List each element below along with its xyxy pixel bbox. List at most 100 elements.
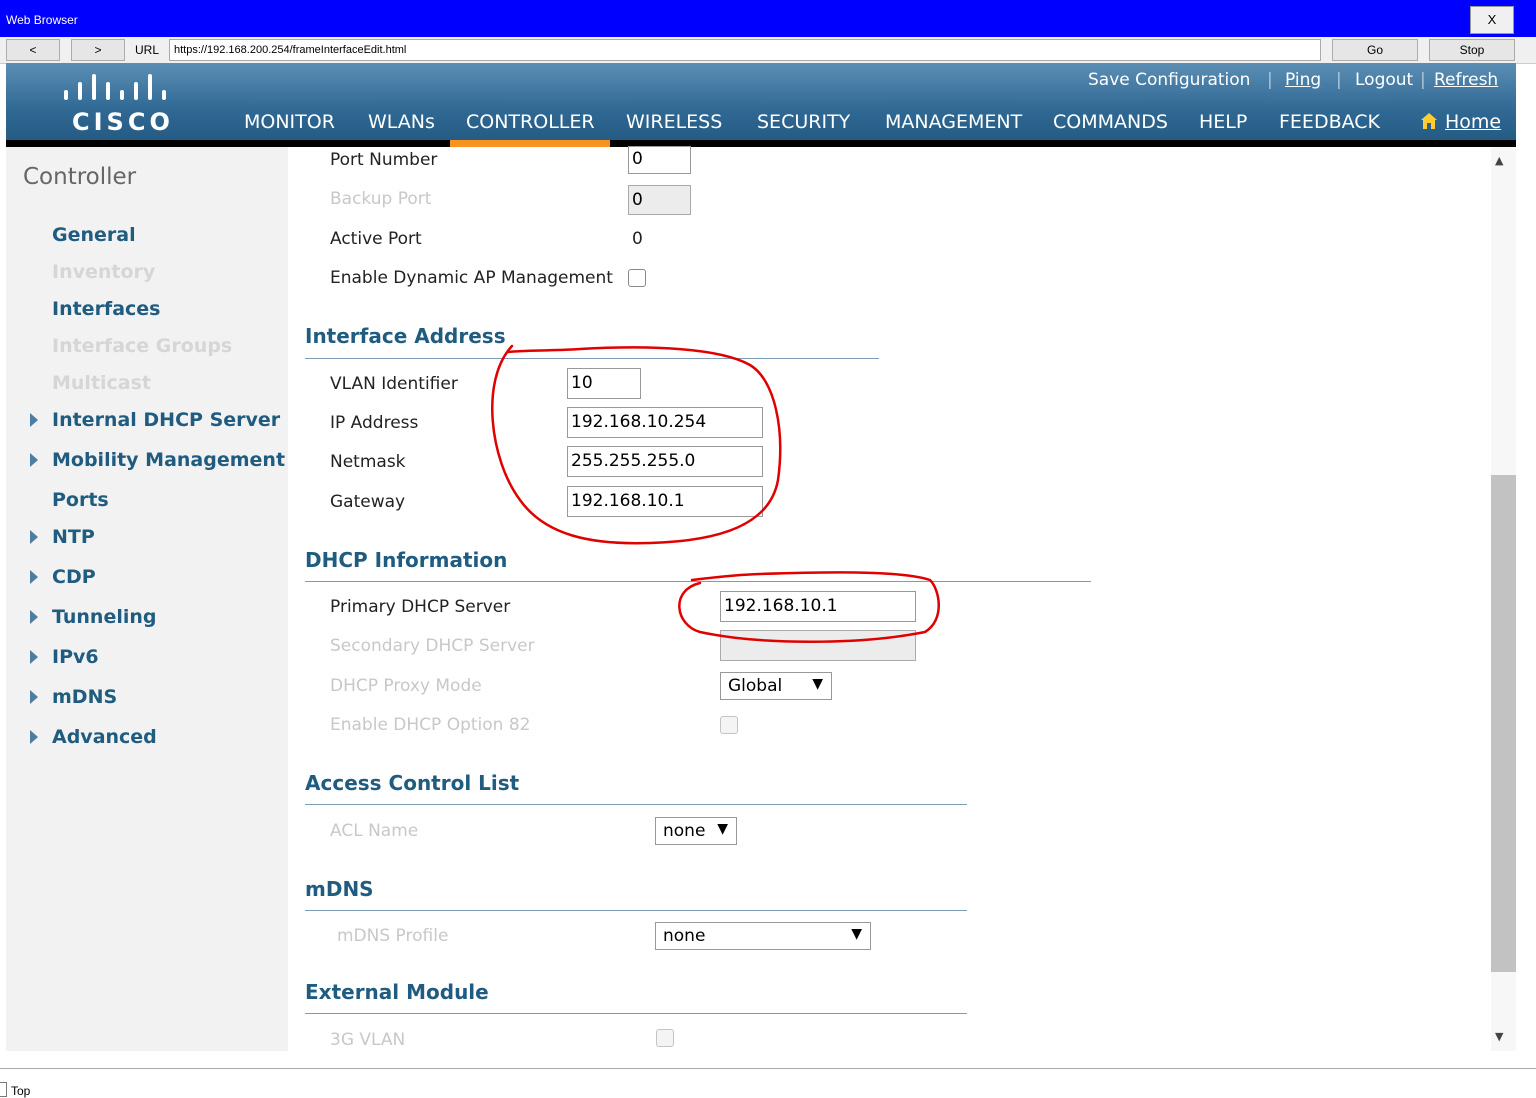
status-checkbox[interactable] xyxy=(0,1082,7,1097)
close-window-button[interactable]: X xyxy=(1470,6,1514,34)
dynamic-ap-management-checkbox[interactable] xyxy=(628,269,646,287)
primary-dhcp-server-input[interactable]: 192.168.10.1 xyxy=(720,591,916,622)
expand-arrow-icon[interactable] xyxy=(30,530,38,544)
acl-name-value: none xyxy=(663,821,706,841)
cisco-logo-text: CISCO xyxy=(72,108,174,136)
expand-arrow-icon[interactable] xyxy=(30,413,38,427)
menu-monitor[interactable]: MONITOR xyxy=(244,111,335,133)
dynamic-ap-management-label: Enable Dynamic AP Management xyxy=(330,268,613,288)
ip-address-input[interactable]: 192.168.10.254 xyxy=(567,407,763,438)
expand-arrow-icon[interactable] xyxy=(30,453,38,467)
backup-port-input[interactable]: 0 xyxy=(628,185,691,215)
sidebar-item-general[interactable]: General xyxy=(52,224,136,246)
sidebar-item-interface-groups[interactable]: Interface Groups xyxy=(52,335,232,357)
sidebar-item-advanced[interactable]: Advanced xyxy=(52,726,157,748)
port-number-label: Port Number xyxy=(330,150,438,170)
expand-arrow-icon[interactable] xyxy=(30,610,38,624)
status-text: Top xyxy=(11,1084,31,1098)
interface-address-heading: Interface Address xyxy=(305,324,506,348)
mdns-profile-value: none xyxy=(663,926,706,946)
sidebar-item-tunneling[interactable]: Tunneling xyxy=(52,606,157,628)
stop-button[interactable]: Stop xyxy=(1429,39,1515,61)
sidebar-item-mdns[interactable]: mDNS xyxy=(52,686,117,708)
save-configuration-link[interactable]: Save Configuration xyxy=(1088,70,1250,90)
section-divider xyxy=(305,581,1091,582)
mdns-heading: mDNS xyxy=(305,877,374,901)
dhcp-option-82-label: Enable DHCP Option 82 xyxy=(330,715,531,735)
active-port-value: 0 xyxy=(632,229,643,249)
menu-security[interactable]: SECURITY xyxy=(757,111,850,133)
netmask-label: Netmask xyxy=(330,452,406,472)
vlan-identifier-label: VLAN Identifier xyxy=(330,374,458,394)
sidebar-item-ntp[interactable]: NTP xyxy=(52,526,95,548)
sidebar-item-inventory[interactable]: Inventory xyxy=(52,261,155,283)
gateway-input[interactable]: 192.168.10.1 xyxy=(567,486,763,517)
section-divider xyxy=(305,910,967,911)
mdns-profile-select[interactable]: none ▼ xyxy=(655,922,871,950)
sidebar-item-cdp[interactable]: CDP xyxy=(52,566,96,588)
menu-wireless[interactable]: WIRELESS xyxy=(626,111,722,133)
window-title: Web Browser xyxy=(6,13,78,27)
ip-address-label: IP Address xyxy=(330,413,419,433)
dropdown-arrow-icon: ▼ xyxy=(851,926,862,942)
3g-vlan-checkbox[interactable] xyxy=(656,1029,674,1047)
dropdown-arrow-icon: ▼ xyxy=(717,821,728,837)
3g-vlan-label: 3G VLAN xyxy=(330,1030,406,1050)
mdns-profile-label: mDNS Profile xyxy=(337,926,449,946)
scroll-down-icon[interactable]: ▼ xyxy=(1495,1030,1503,1043)
active-port-label: Active Port xyxy=(330,229,422,249)
go-button[interactable]: Go xyxy=(1332,39,1418,61)
menu-management[interactable]: MANAGEMENT xyxy=(885,111,1022,133)
acl-name-select[interactable]: none ▼ xyxy=(655,817,737,845)
menu-controller[interactable]: CONTROLLER xyxy=(466,111,595,133)
menu-home[interactable]: Home xyxy=(1445,111,1501,133)
primary-dhcp-server-label: Primary DHCP Server xyxy=(330,597,511,617)
sidebar-item-multicast[interactable]: Multicast xyxy=(52,372,151,394)
expand-arrow-icon[interactable] xyxy=(30,650,38,664)
vlan-identifier-input[interactable]: 10 xyxy=(567,368,641,399)
sidebar-item-mobility-management[interactable]: Mobility Management xyxy=(52,449,285,471)
backup-port-label: Backup Port xyxy=(330,189,432,209)
menu-feedback[interactable]: FEEDBACK xyxy=(1279,111,1380,133)
sidebar-item-ipv6[interactable]: IPv6 xyxy=(52,646,99,668)
sidebar-item-ports[interactable]: Ports xyxy=(52,489,109,511)
header-divider xyxy=(6,140,1516,147)
menu-commands[interactable]: COMMANDS xyxy=(1053,111,1168,133)
ping-link[interactable]: Ping xyxy=(1285,70,1321,90)
section-divider xyxy=(305,1013,967,1014)
menu-help[interactable]: HELP xyxy=(1199,111,1247,133)
acl-name-label: ACL Name xyxy=(330,821,419,841)
refresh-link[interactable]: Refresh xyxy=(1434,70,1498,90)
url-input[interactable]: https://192.168.200.254/frameInterfaceEd… xyxy=(169,39,1321,61)
sidebar-title: Controller xyxy=(23,164,137,190)
dhcp-option-82-checkbox[interactable] xyxy=(720,716,738,734)
logout-link[interactable]: Logout xyxy=(1355,70,1413,90)
dhcp-proxy-mode-select[interactable]: Global ▼ xyxy=(720,672,832,700)
active-menu-indicator xyxy=(450,140,610,147)
sidebar-item-interfaces[interactable]: Interfaces xyxy=(52,298,160,320)
scroll-up-icon[interactable]: ▲ xyxy=(1495,154,1503,167)
menu-wlans[interactable]: WLANs xyxy=(368,111,435,133)
netmask-input[interactable]: 255.255.255.0 xyxy=(567,446,763,477)
port-number-input[interactable]: 0 xyxy=(628,146,691,174)
section-divider xyxy=(305,358,879,359)
dhcp-proxy-mode-label: DHCP Proxy Mode xyxy=(330,676,482,696)
expand-arrow-icon[interactable] xyxy=(30,570,38,584)
secondary-dhcp-server-input[interactable] xyxy=(720,630,916,661)
back-button[interactable]: < xyxy=(6,39,60,61)
url-label: URL xyxy=(135,43,160,57)
browser-toolbar: < > URL https://192.168.200.254/frameInt… xyxy=(0,37,1536,64)
forward-button[interactable]: > xyxy=(71,39,125,61)
sidebar-item-internal-dhcp-server[interactable]: Internal DHCP Server xyxy=(52,409,280,431)
gateway-label: Gateway xyxy=(330,492,406,512)
expand-arrow-icon[interactable] xyxy=(30,690,38,704)
window-title-bar: Web Browser X xyxy=(0,0,1536,37)
external-module-heading: External Module xyxy=(305,980,489,1004)
home-icon[interactable] xyxy=(1420,112,1438,130)
dropdown-arrow-icon: ▼ xyxy=(812,676,823,692)
expand-arrow-icon[interactable] xyxy=(30,730,38,744)
dhcp-proxy-mode-value: Global xyxy=(728,676,783,696)
status-bar xyxy=(0,1068,1536,1097)
scrollbar-thumb[interactable] xyxy=(1491,475,1516,972)
section-divider xyxy=(305,804,967,805)
